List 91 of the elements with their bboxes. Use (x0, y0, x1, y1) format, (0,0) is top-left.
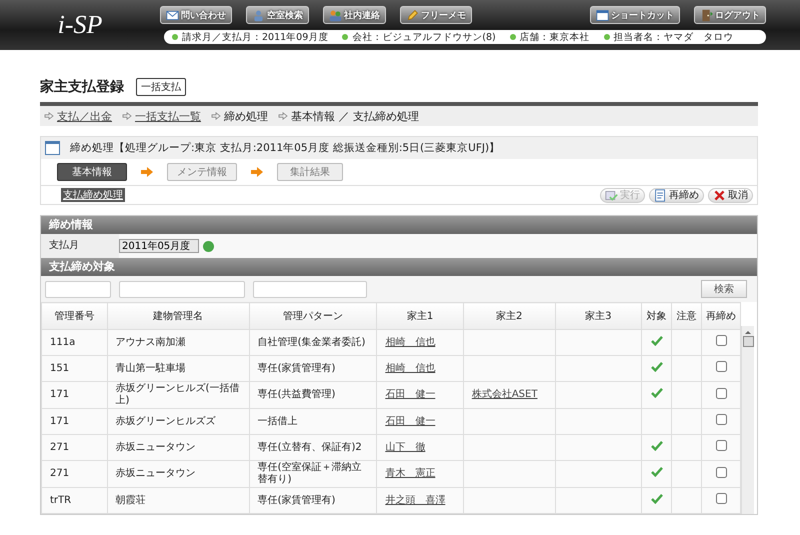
table-cell: 自社管理(集金業者委託) (249, 330, 377, 356)
scrollbar[interactable] (741, 326, 754, 514)
bullet-icon (342, 34, 348, 40)
table-cell: 171 (42, 408, 107, 434)
step-tab[interactable]: 集計結果 (277, 163, 343, 181)
arrow-icon (278, 112, 288, 120)
step-tab[interactable]: 基本情報 (57, 163, 127, 181)
search-button[interactable]: 検索 (701, 280, 747, 298)
process-title: 締め処理【処理グループ:東京 支払月:2011年05月度 総振送金種別:5日(三菱東京UFJ)】 (70, 141, 500, 155)
column-header: 家主2 (463, 302, 556, 330)
window-icon (596, 8, 609, 22)
logo: i-SP (56, 10, 104, 40)
column-header: 対象 (642, 302, 672, 330)
table-cell: 151 (42, 356, 107, 382)
bullet-icon (510, 34, 516, 40)
table-cell: 赤坂ニュータウン (107, 434, 250, 460)
table-cell: 赤坂グリーンヒルズ(一括借上) (107, 382, 250, 408)
section-header: 支払締め対象 (41, 258, 757, 276)
column-header: 再締め (702, 302, 740, 330)
step-tab[interactable]: メンテ情報 (167, 163, 237, 181)
checkbox[interactable] (716, 440, 727, 451)
people-icon (329, 8, 342, 22)
check-icon (650, 388, 663, 398)
run-icon (605, 188, 618, 202)
column-header: 管理番号 (42, 302, 107, 330)
page-title: 家主支払登録 (40, 78, 124, 96)
column-header: 家主1 (376, 302, 464, 330)
pencil-icon (406, 8, 419, 22)
info-text: 会社：ビジュアルフドウサン(8) (352, 30, 496, 44)
door-icon (700, 8, 713, 22)
bullet-icon (604, 34, 610, 40)
window-icon (45, 141, 60, 155)
field-label: 支払月 (41, 234, 119, 258)
action-button[interactable]: 再締め (649, 188, 704, 202)
checkbox[interactable] (716, 335, 727, 346)
checkbox[interactable] (716, 388, 727, 398)
document-icon (654, 188, 667, 202)
check-icon (650, 467, 663, 477)
check-icon (650, 362, 663, 372)
breadcrumb-link[interactable]: 一括支払一覧 (135, 108, 201, 124)
checkbox[interactable] (716, 466, 727, 478)
info-text: 担当者名：ヤマダ タロウ (614, 30, 734, 44)
mode-label: 一括支払 (136, 78, 186, 96)
table-cell: 171 (42, 382, 107, 408)
table-cell: 271 (42, 460, 107, 488)
close-icon (713, 188, 726, 202)
checkbox[interactable] (716, 493, 727, 504)
info-text: 請求月／支払月：2011年09月度 (182, 30, 328, 44)
check-icon (650, 494, 663, 504)
filter-field[interactable] (119, 280, 245, 298)
owner-link[interactable]: 山下 徹 (385, 442, 426, 452)
table-cell: 赤坂ニュータウン (107, 460, 250, 488)
filter-field[interactable] (253, 280, 367, 298)
table-cell: 専任(空室保証＋滞納立替有り) (249, 460, 377, 488)
table-cell: 赤坂グリーンヒルズズ (107, 408, 250, 434)
bullet-icon (172, 34, 178, 40)
table-cell: 専任(家賃管理有) (249, 356, 377, 382)
check-icon (650, 440, 663, 450)
section-header: 締め情報 (41, 216, 757, 234)
check-icon (650, 336, 663, 346)
table-cell: 青山第一駐車場 (107, 356, 250, 382)
breadcrumb-link[interactable]: 支払／出金 (57, 108, 112, 124)
arrow-icon (122, 112, 132, 120)
envelope-icon (166, 8, 179, 22)
table-cell: 271 (42, 434, 107, 460)
table-cell: 一括借上 (249, 408, 377, 434)
arrow-icon (251, 167, 263, 177)
column-header: 家主3 (555, 302, 642, 330)
section-label: 支払締め処理 (61, 188, 125, 202)
column-header: 管理パターン (249, 302, 377, 330)
table-cell: 朝霞荘 (107, 488, 250, 514)
filter-field[interactable] (45, 280, 111, 298)
checkbox[interactable] (716, 414, 727, 425)
month-field[interactable]: 2011年05月度 (119, 239, 199, 253)
arrow-icon (44, 112, 54, 120)
table-cell: 専任(立替有、保証有)2 (249, 434, 377, 460)
action-button[interactable]: 取消 (708, 188, 753, 202)
person-icon (252, 8, 265, 22)
info-text: 店舗：東京本社 (520, 30, 590, 44)
table-cell: 専任(共益費管理) (249, 382, 377, 408)
breadcrumb-text: 締め処理 (224, 108, 268, 124)
table-cell: 111a (42, 330, 107, 356)
table-cell: アウナス南加瀬 (107, 330, 250, 356)
table-cell: 専任(家賃管理有) (249, 488, 377, 514)
arrow-icon (211, 112, 221, 120)
table-cell: trTR (42, 488, 107, 514)
checkbox[interactable] (716, 361, 727, 372)
arrow-icon (141, 167, 153, 177)
column-header: 注意 (672, 302, 702, 330)
column-header: 建物管理名 (107, 302, 250, 330)
breadcrumb-text: 基本情報 ／ 支払締め処理 (291, 108, 419, 124)
